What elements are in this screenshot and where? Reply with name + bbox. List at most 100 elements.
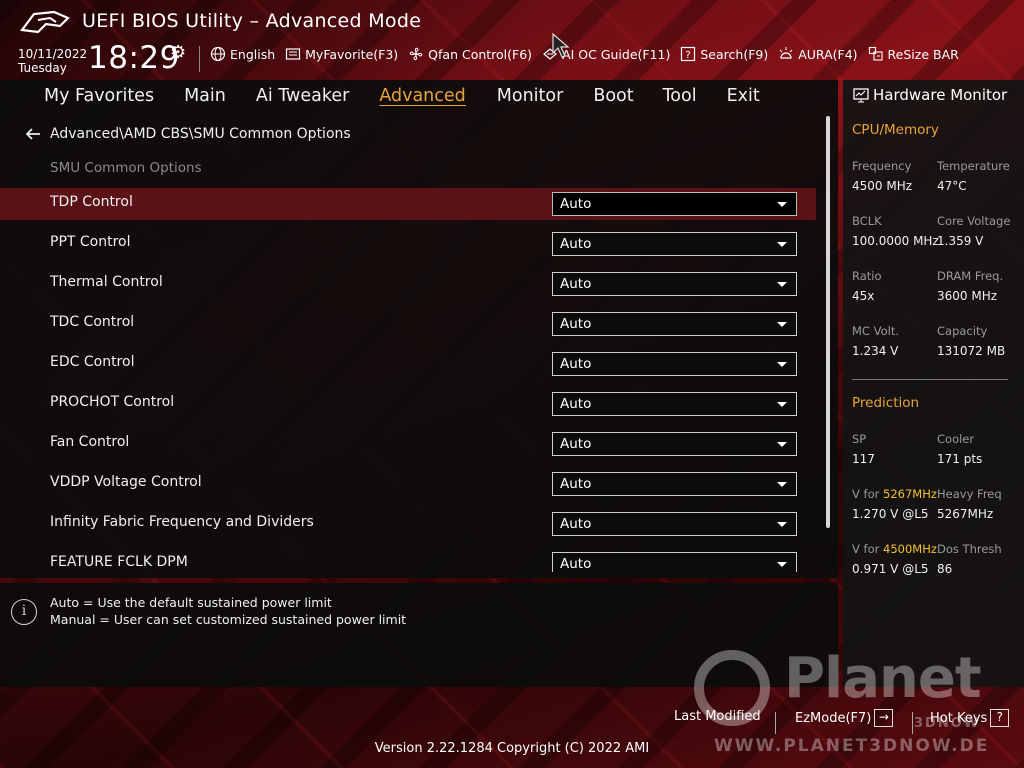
v-for-freq: 5267MHz <box>883 487 937 501</box>
option-dropdown[interactable]: Auto <box>552 472 797 496</box>
temperature-value: 47°C <box>937 179 967 193</box>
qfan-button[interactable]: Qfan Control(F6) <box>408 46 532 62</box>
tab-my-favorites[interactable]: My Favorites <box>44 80 154 113</box>
ratio-value: 45x <box>852 289 875 303</box>
option-row-tdp-control[interactable]: TDP Control Auto <box>0 188 816 220</box>
mc-volt-label: MC Volt. <box>852 324 899 338</box>
back-arrow-icon[interactable] <box>24 127 42 141</box>
last-modified-button[interactable]: Last Modified <box>674 709 761 724</box>
option-row-tdc-control[interactable]: TDC Control Auto <box>0 308 816 340</box>
caret-down-icon <box>777 442 787 447</box>
option-dropdown[interactable]: Auto <box>552 512 797 536</box>
myfavorite-label: MyFavorite(F3) <box>305 46 399 62</box>
option-dropdown[interactable]: Auto <box>552 192 797 216</box>
core-voltage-value: 1.359 V <box>937 234 984 248</box>
option-value: Auto <box>560 516 592 532</box>
globe-icon <box>210 46 226 62</box>
breadcrumb: Advanced\AMD CBS\SMU Common Options <box>24 126 351 142</box>
option-label: Infinity Fabric Frequency and Dividers <box>50 514 314 530</box>
hardware-monitor-title: Hardware Monitor <box>853 86 1007 104</box>
time-settings-icon[interactable]: ⚙ <box>170 42 186 63</box>
search-button[interactable]: ? Search(F9) <box>680 46 768 62</box>
v-for-4500-value: 0.971 V @L5 <box>852 562 929 576</box>
language-label: English <box>230 46 276 62</box>
option-row-thermal-control[interactable]: Thermal Control Auto <box>0 268 816 300</box>
tab-boot[interactable]: Boot <box>593 80 633 113</box>
resize-bar-label: ReSize BAR <box>887 46 959 62</box>
tab-monitor[interactable]: Monitor <box>497 80 564 113</box>
frequency-value: 4500 MHz <box>852 179 913 193</box>
aura-button[interactable]: AURA(F4) <box>778 46 858 62</box>
tab-tool[interactable]: Tool <box>663 80 697 113</box>
date-display: 10/11/2022 Tuesday <box>18 47 87 75</box>
help-icon: ? <box>990 709 1010 727</box>
app-title: UEFI BIOS Utility – Advanced Mode <box>82 10 422 32</box>
ezmode-button[interactable]: EzMode(F7) → <box>795 709 894 727</box>
tab-advanced[interactable]: Advanced <box>379 80 465 113</box>
capacity-value: 131072 MB <box>937 344 1006 358</box>
option-row-feature-fclk-dpm[interactable]: FEATURE FCLK DPM Auto <box>0 548 816 572</box>
search-label: Search(F9) <box>700 46 769 62</box>
option-row-ppt-control[interactable]: PPT Control Auto <box>0 228 816 260</box>
bclk-value: 100.0000 MHz <box>852 234 939 248</box>
qfan-label: Qfan Control(F6) <box>428 46 533 62</box>
v-for-prefix: V for <box>852 542 883 556</box>
toolbar: English MyFavorite(F3) Qfan Control(F6) … <box>210 46 969 62</box>
caret-down-icon <box>777 482 787 487</box>
caret-down-icon <box>777 282 787 287</box>
v-for-5267-label: V for 5267MHz <box>852 487 937 501</box>
tab-main[interactable]: Main <box>184 80 226 113</box>
header: UEFI BIOS Utility – Advanced Mode 10/11/… <box>0 0 1024 80</box>
heavy-freq-label: Heavy Freq <box>937 487 1002 501</box>
cooler-label: Cooler <box>937 432 975 446</box>
option-dropdown[interactable]: Auto <box>552 312 797 336</box>
cpu-memory-section-title: CPU/Memory <box>852 122 939 138</box>
option-dropdown[interactable]: Auto <box>552 392 797 416</box>
svg-text:?: ? <box>686 50 691 61</box>
option-dropdown[interactable]: Auto <box>552 432 797 456</box>
v-for-freq: 4500MHz <box>883 542 937 556</box>
help-line-2: Manual = User can set customized sustain… <box>50 612 407 627</box>
section-label: SMU Common Options <box>50 160 202 176</box>
option-dropdown[interactable]: Auto <box>552 272 797 296</box>
myfavorite-button[interactable]: MyFavorite(F3) <box>285 46 398 62</box>
option-value: Auto <box>560 356 592 372</box>
hot-keys-label: Hot Keys <box>930 710 988 726</box>
aura-label: AURA(F4) <box>798 46 858 62</box>
header-divider <box>199 46 200 72</box>
option-value: Auto <box>560 396 592 412</box>
resize-bar-button[interactable]: ReSize BAR <box>868 46 959 62</box>
option-dropdown[interactable]: Auto <box>552 552 797 572</box>
favorite-icon <box>286 48 301 60</box>
info-icon: i <box>11 599 37 625</box>
exit-arrow-icon: → <box>874 709 894 727</box>
date-text: 10/11/2022 <box>18 47 88 61</box>
tab-exit[interactable]: Exit <box>727 80 760 113</box>
sp-label: SP <box>852 432 867 446</box>
option-row-edc-control[interactable]: EDC Control Auto <box>0 348 816 380</box>
options-scrollbar[interactable] <box>826 116 830 528</box>
option-label: Thermal Control <box>50 274 163 290</box>
option-row-vddp-voltage-control[interactable]: VDDP Voltage Control Auto <box>0 468 816 500</box>
frequency-label: Frequency <box>852 159 912 173</box>
language-button[interactable]: English <box>210 46 275 62</box>
option-dropdown[interactable]: Auto <box>552 352 797 376</box>
option-row-infinity-fabric[interactable]: Infinity Fabric Frequency and Dividers A… <box>0 508 816 540</box>
help-panel: i Auto = Use the default sustained power… <box>0 583 838 687</box>
main-nav: My Favorites Main Ai Tweaker Advanced Mo… <box>0 80 838 113</box>
dos-thresh-label: Dos Thresh <box>937 542 1002 556</box>
option-dropdown[interactable]: Auto <box>552 232 797 256</box>
options-list: TDP Control Auto PPT Control Auto Therma… <box>0 188 816 572</box>
option-value: Auto <box>560 196 592 212</box>
main-panel: My Favorites Main Ai Tweaker Advanced Mo… <box>0 80 838 578</box>
option-label: Fan Control <box>50 434 130 450</box>
option-row-prochot-control[interactable]: PROCHOT Control Auto <box>0 388 816 420</box>
search-icon: ? <box>681 46 696 62</box>
temperature-label: Temperature <box>937 159 1010 173</box>
option-value: Auto <box>560 236 592 252</box>
option-row-fan-control[interactable]: Fan Control Auto <box>0 428 816 460</box>
caret-down-icon <box>777 202 787 207</box>
hot-keys-button[interactable]: Hot Keys ? <box>930 709 1010 727</box>
dram-freq-label: DRAM Freq. <box>937 269 1004 283</box>
tab-ai-tweaker[interactable]: Ai Tweaker <box>256 80 349 113</box>
